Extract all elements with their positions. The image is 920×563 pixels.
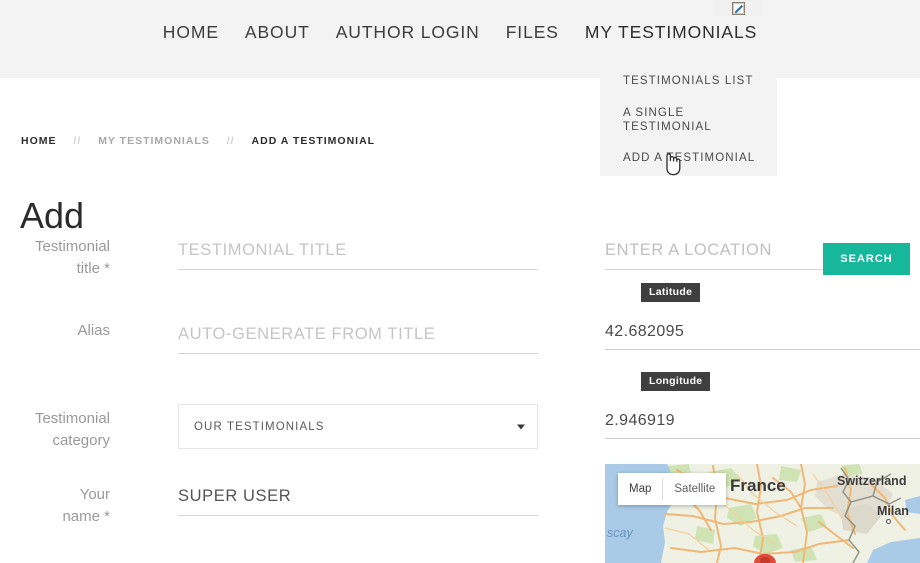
main-navigation: HOMEABOUTAUTHOR LOGINFILESMY TESTIMONIAL…: [0, 22, 920, 43]
breadcrumb: HOME // MY TESTIMONIALS // ADD A TESTIMO…: [21, 135, 375, 147]
location-search-row: SEARCH: [605, 236, 920, 282]
page-root: HOMEABOUTAUTHOR LOGINFILESMY TESTIMONIAL…: [0, 0, 920, 563]
breadcrumb-separator: //: [214, 135, 248, 147]
label-line-1: Testimonial: [20, 236, 110, 258]
label-alias: Alias: [20, 320, 110, 342]
nav-item-about[interactable]: ABOUT: [232, 22, 323, 43]
nav-item-files[interactable]: FILES: [493, 22, 572, 43]
alias-input[interactable]: [178, 320, 538, 354]
latitude-input[interactable]: [605, 318, 920, 350]
label-line-1: Testimonial: [20, 408, 110, 430]
latitude-badge: Latitude: [641, 283, 700, 302]
nav-item-author-login[interactable]: AUTHOR LOGIN: [323, 22, 493, 43]
location-search-button[interactable]: SEARCH: [823, 243, 910, 275]
label-line-1: Alias: [20, 320, 110, 342]
dropdown-item-add-a-testimonial[interactable]: ADD A TESTIMONIAL: [600, 143, 777, 175]
edit-compose-glyph: [732, 2, 745, 15]
field-testimonial-category: Testimonial category OUR TESTIMONIALS: [0, 404, 565, 482]
testimonial-title-input[interactable]: [178, 236, 538, 270]
select-value: OUR TESTIMONIALS: [179, 421, 325, 433]
site-header: HOMEABOUTAUTHOR LOGINFILESMY TESTIMONIAL…: [0, 0, 920, 78]
longitude-badge: Longitude: [641, 372, 710, 391]
label-testimonial-category: Testimonial category: [20, 408, 110, 452]
location-search-input[interactable]: [605, 236, 825, 270]
location-panel: SEARCH Latitude Longitude: [605, 236, 920, 453]
label-line-2: category: [20, 430, 110, 452]
map-type-map[interactable]: Map: [618, 473, 662, 505]
my-testimonials-dropdown-menu: TESTIMONIALS LIST A SINGLE TESTIMONIAL A…: [600, 66, 777, 176]
testimonial-category-select[interactable]: OUR TESTIMONIALS: [178, 404, 538, 449]
label-your-name: Your name *: [20, 484, 110, 528]
latitude-badge-row: Latitude: [605, 282, 920, 304]
label-testimonial-title: Testimonial title *: [20, 236, 110, 280]
field-control: [178, 482, 538, 516]
field-control: [178, 320, 538, 354]
label-line-2: title *: [20, 258, 110, 280]
breadcrumb-item-my-testimonials[interactable]: MY TESTIMONIALS: [98, 135, 210, 147]
nav-item-home[interactable]: HOME: [150, 22, 232, 43]
testimonial-form: Testimonial title * Alias Te: [0, 236, 565, 552]
field-alias: Alias: [0, 320, 565, 404]
latitude-field: [605, 304, 920, 371]
map-type-satellite[interactable]: Satellite: [663, 473, 726, 505]
dropdown-item-testimonials-list[interactable]: TESTIMONIALS LIST: [600, 66, 777, 98]
field-control: [178, 236, 538, 270]
location-map[interactable]: France Switzerland Milan scay Map Satell…: [605, 464, 920, 563]
your-name-input[interactable]: [178, 482, 538, 516]
breadcrumb-separator: //: [60, 135, 94, 147]
field-your-name: Your name *: [0, 482, 565, 552]
breadcrumb-item-add-a-testimonial: ADD A TESTIMONIAL: [252, 135, 376, 147]
edit-compose-icon[interactable]: [714, 0, 762, 16]
map-city-dot-milan: [886, 519, 891, 524]
chevron-down-icon: [517, 424, 525, 429]
longitude-badge-row: Longitude: [605, 371, 920, 393]
map-type-control: Map Satellite: [618, 473, 726, 505]
longitude-input[interactable]: [605, 407, 920, 439]
label-line-1: Your: [20, 484, 110, 506]
longitude-field: [605, 393, 920, 453]
breadcrumb-item-home[interactable]: HOME: [21, 135, 57, 147]
dropdown-item-a-single-testimonial[interactable]: A SINGLE TESTIMONIAL: [600, 98, 777, 144]
field-control: OUR TESTIMONIALS: [178, 404, 538, 449]
label-line-2: name *: [20, 506, 110, 528]
field-testimonial-title: Testimonial title *: [0, 236, 565, 320]
page-title: Add: [20, 198, 84, 234]
nav-item-my-testimonials[interactable]: MY TESTIMONIALS: [572, 22, 770, 43]
